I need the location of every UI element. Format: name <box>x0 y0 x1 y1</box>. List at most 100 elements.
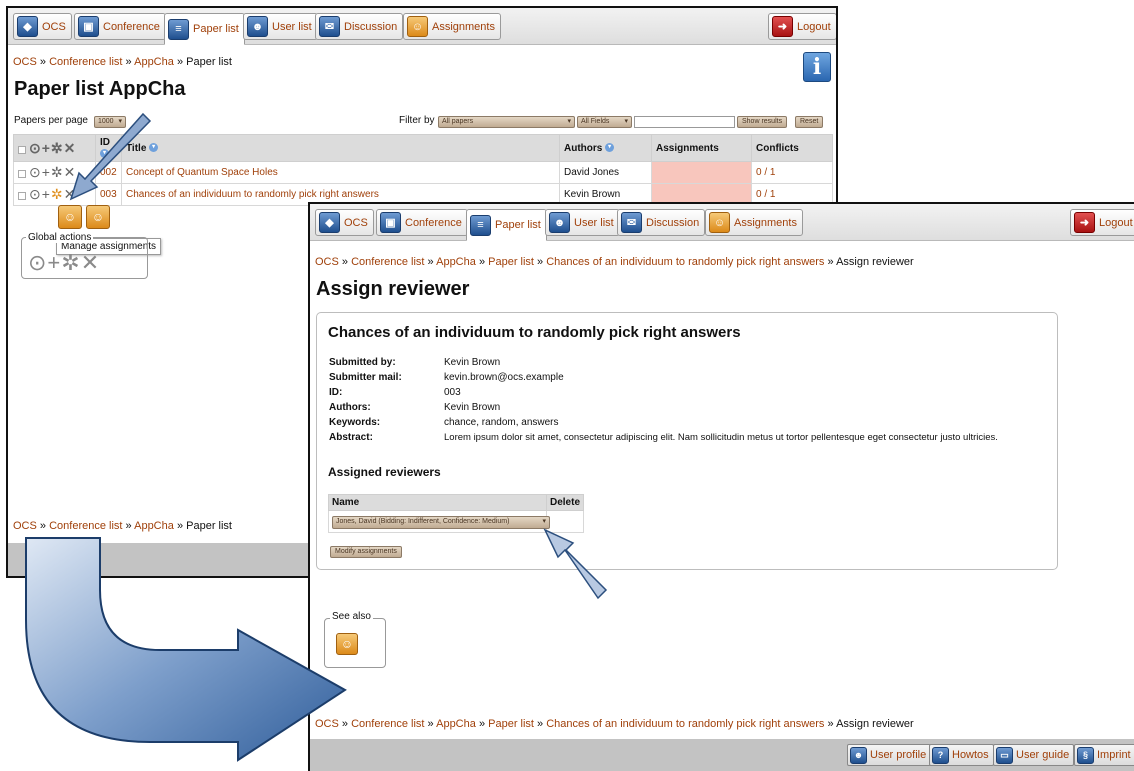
row-action-icons[interactable]: ⊙+✲✕ <box>29 186 76 202</box>
logout-button[interactable]: ➜ Logout <box>768 13 836 40</box>
logout-button[interactable]: ➜ Logout <box>1070 209 1134 236</box>
paper-id[interactable]: 003 <box>95 183 122 206</box>
keywords-value: chance, random, answers <box>444 417 559 428</box>
crumb-conference-list[interactable]: Conference list <box>351 718 424 730</box>
page-title: Paper list AppCha <box>14 78 186 100</box>
authors-column-header[interactable]: Authors ▾ <box>559 134 652 162</box>
crumb-ocs[interactable]: OCS <box>315 256 339 268</box>
assignments-icon[interactable]: ☺ <box>336 633 358 655</box>
tab-user-list[interactable]: ☻ User list <box>545 209 620 236</box>
assignments-icon: ☺ <box>407 16 428 37</box>
crumb-ocs[interactable]: OCS <box>315 718 339 730</box>
user-guide-button[interactable]: ▭ User guide <box>993 744 1075 766</box>
crumb-current: Assign reviewer <box>836 718 914 730</box>
tab-ocs[interactable]: ◆ OCS <box>315 209 374 236</box>
global-action-icons[interactable]: ⊙+✲✕ <box>28 250 100 276</box>
user-guide-label: User guide <box>1016 749 1070 761</box>
chevron-down-icon: ▾ <box>542 518 546 525</box>
paper-conflicts[interactable]: 0 / 1 <box>751 161 833 184</box>
tab-assignments[interactable]: ☺ Assignments <box>705 209 803 236</box>
sort-icon[interactable]: ▾ <box>605 143 615 153</box>
filter-text-input[interactable] <box>634 116 735 128</box>
abstract-value: Lorem ipsum dolor sit amet, consectetur … <box>444 432 998 443</box>
user-profile-button[interactable]: ☻ User profile <box>847 744 932 766</box>
sort-icon[interactable]: ▾ <box>100 148 109 158</box>
global-actions-legend: Global actions <box>26 232 94 243</box>
filter-field-select[interactable]: All Fields ▾ <box>577 116 632 128</box>
filter-label: Filter by <box>399 115 435 126</box>
bulk-action-icons[interactable]: ⊙+✲✕ <box>29 140 76 156</box>
submitter-mail-label: Submitter mail: <box>329 372 402 383</box>
per-page-value: 1000 <box>98 118 114 125</box>
tab-assignments[interactable]: ☺ Assignments <box>403 13 501 40</box>
row-action-icons[interactable]: ⊙+✲✕ <box>29 164 76 180</box>
ocs-logo-icon: ◆ <box>319 212 340 233</box>
crumb-sep: » <box>537 718 544 730</box>
crumb-appcha[interactable]: AppCha <box>436 256 476 268</box>
crumb-sep: » <box>478 256 486 268</box>
crumb-ocs[interactable]: OCS <box>13 520 37 532</box>
tab-discussion[interactable]: ✉ Discussion <box>617 209 706 236</box>
crumb-sep: » <box>427 718 434 730</box>
papers-per-page-select[interactable]: 1000 ▾ <box>94 116 126 128</box>
abstract-label: Abstract: <box>329 432 373 443</box>
filter-field-value: All Fields <box>581 118 610 125</box>
modify-assignments-button[interactable]: Modify assignments <box>330 546 402 558</box>
crumb-sep: » <box>341 256 349 268</box>
logout-icon: ➜ <box>1074 212 1095 233</box>
manage-assignments-icon[interactable]: ☺ <box>58 205 82 229</box>
title-column-header[interactable]: Title ▾ <box>121 134 560 162</box>
assigned-reviewers-heading: Assigned reviewers <box>328 465 441 479</box>
crumb-sep: » <box>176 56 184 68</box>
add-assignment-icon[interactable]: ☺ <box>86 205 110 229</box>
tab-label: User list <box>574 216 614 229</box>
crumb-ocs[interactable]: OCS <box>13 56 37 68</box>
ocs-logo-icon: ◆ <box>17 16 38 37</box>
papers-per-page-label: Papers per page <box>14 115 88 126</box>
howtos-button[interactable]: ? Howtos <box>929 744 994 766</box>
tab-label: Paper list <box>495 219 541 231</box>
imprint-button[interactable]: § Imprint <box>1074 744 1134 766</box>
sort-icon[interactable]: ▾ <box>149 143 159 153</box>
crumb-paper-list[interactable]: Paper list <box>488 718 534 730</box>
paper-title-link[interactable]: Concept of Quantum Space Holes <box>121 161 560 184</box>
filter-value: All papers <box>442 118 474 125</box>
id-column-header[interactable]: ID ▾ <box>95 134 122 162</box>
reset-button[interactable]: Reset <box>795 116 824 128</box>
tab-ocs[interactable]: ◆ OCS <box>13 13 72 40</box>
crumb-conference-list[interactable]: Conference list <box>49 520 122 532</box>
book-icon: ▭ <box>996 746 1013 764</box>
submitted-by-label: Submitted by: <box>329 357 396 368</box>
tab-conference[interactable]: ▣ Conference <box>376 209 468 236</box>
crumb-current: Paper list <box>186 56 232 68</box>
crumb-current: Paper list <box>186 520 232 532</box>
conference-icon: ▣ <box>380 212 401 233</box>
show-results-button[interactable]: Show results <box>737 116 788 128</box>
logout-icon: ➜ <box>772 16 793 37</box>
crumb-paper-list[interactable]: Paper list <box>488 256 534 268</box>
breadcrumb: OCS » Conference list » AppCha » Paper l… <box>13 56 232 68</box>
crumb-paper[interactable]: Chances of an individuum to randomly pic… <box>546 718 824 730</box>
crumb-conference-list[interactable]: Conference list <box>49 56 122 68</box>
info-icon[interactable]: i <box>803 52 831 82</box>
tab-user-list[interactable]: ☻ User list <box>243 13 318 40</box>
tab-discussion[interactable]: ✉ Discussion <box>315 13 404 40</box>
tab-conference[interactable]: ▣ Conference <box>74 13 166 40</box>
crumb-appcha[interactable]: AppCha <box>436 718 476 730</box>
tab-paper-list[interactable]: ≡ Paper list <box>164 13 245 45</box>
crumb-appcha[interactable]: AppCha <box>134 520 174 532</box>
crumb-appcha[interactable]: AppCha <box>134 56 174 68</box>
top-nav-bar: ◆ OCS ▣ Conference ≡ Paper list ☻ User list … <box>310 204 1134 241</box>
select-all-checkbox[interactable] <box>18 145 26 154</box>
row-checkbox[interactable] <box>18 170 26 179</box>
paper-id[interactable]: 002 <box>95 161 122 184</box>
crumb-conference-list[interactable]: Conference list <box>351 256 424 268</box>
crumb-paper[interactable]: Chances of an individuum to randomly pic… <box>546 256 824 268</box>
user-profile-icon: ☻ <box>850 746 867 764</box>
table-row: ⊙+✲✕ 002 Concept of Quantum Space Holes … <box>13 161 833 184</box>
row-checkbox[interactable] <box>18 192 26 201</box>
reviewer-select[interactable]: Jones, David (Bidding: Indifferent, Conf… <box>332 516 550 529</box>
filter-select[interactable]: All papers ▾ <box>438 116 575 128</box>
crumb-current: Assign reviewer <box>836 256 914 268</box>
tab-paper-list[interactable]: ≡ Paper list <box>466 209 547 241</box>
